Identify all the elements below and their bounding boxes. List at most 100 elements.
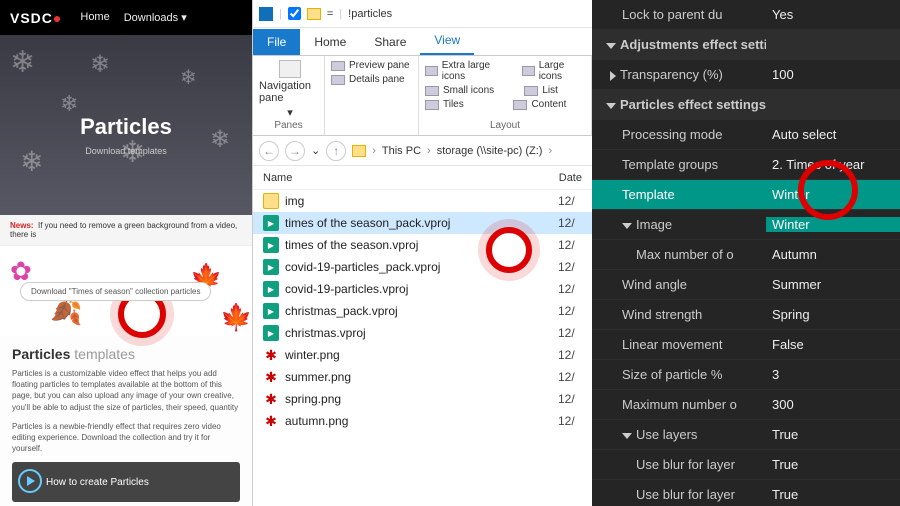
file-name: times of the season_pack.vproj <box>285 216 558 230</box>
preview-pane-button[interactable]: Preview pane <box>331 60 412 71</box>
svg-text:✱: ✱ <box>265 413 277 429</box>
file-name: christmas.vproj <box>285 326 558 340</box>
vproj-icon <box>263 259 279 275</box>
svg-text:✱: ✱ <box>265 369 277 385</box>
nav-home[interactable]: Home <box>80 11 109 24</box>
navigation-pane-button[interactable]: Navigation pane▾ <box>259 60 321 119</box>
prop-maximum-number[interactable]: Maximum number o300 <box>592 390 900 420</box>
prop-linear-movement[interactable]: Linear movementFalse <box>592 330 900 360</box>
crumb-drive[interactable]: storage (\\site-pc) (Z:) <box>437 145 543 157</box>
address-bar[interactable]: ← → ⌄ ↑ › This PC › storage (\\site-pc) … <box>253 136 592 166</box>
navigation-pane-icon <box>279 60 301 78</box>
forward-button[interactable]: → <box>285 141 305 161</box>
file-date: 12/ <box>558 370 582 384</box>
explorer-titlebar[interactable]: | = | !particles <box>253 0 592 28</box>
png-icon: ✱ <box>263 413 279 429</box>
file-row[interactable]: ✱ spring.png12/ <box>253 388 592 410</box>
explorer-icon <box>259 7 273 21</box>
vsdc-website: VSDC● Home Downloads ▾ ❄ ❄ ❄ ❄ ❄ ❄ ❄ Par… <box>0 0 252 506</box>
column-date[interactable]: Date <box>559 172 582 184</box>
file-date: 12/ <box>558 326 582 340</box>
video-tutorial-card[interactable]: How to create Particles <box>12 462 240 502</box>
prop-lock-to-parent[interactable]: Lock to parent duYes <box>592 0 900 30</box>
prop-image[interactable]: ImageWinter <box>592 210 900 240</box>
file-row[interactable]: ✱ summer.png12/ <box>253 366 592 388</box>
file-row[interactable]: christmas_pack.vproj12/ <box>253 300 592 322</box>
view-small-button[interactable]: Small icons List <box>425 85 585 96</box>
vproj-icon <box>263 325 279 341</box>
tab-view[interactable]: View <box>420 27 474 55</box>
prop-size-of-particle[interactable]: Size of particle %3 <box>592 360 900 390</box>
file-row[interactable]: times of the season.vproj12/ <box>253 234 592 256</box>
file-date: 12/ <box>558 216 582 230</box>
leaf-icon: 🍂 <box>50 296 82 327</box>
details-pane-button[interactable]: Details pane <box>331 74 412 85</box>
folder-icon <box>352 145 366 157</box>
ribbon-tabs: File Home Share View <box>253 28 592 56</box>
prop-wind-angle[interactable]: Wind angleSummer <box>592 270 900 300</box>
file-name: autumn.png <box>285 414 558 428</box>
tab-home[interactable]: Home <box>300 29 360 55</box>
preview-pane-icon <box>331 61 345 71</box>
png-icon: ✱ <box>263 347 279 363</box>
view-extra-large-button[interactable]: Extra large icons Large icons <box>425 60 585 82</box>
snowflake-icon: ❄ <box>210 125 230 154</box>
logo[interactable]: VSDC● <box>10 10 62 26</box>
file-explorer-window: | = | !particles File Home Share View Na… <box>252 0 592 506</box>
view-tiles-button[interactable]: Tiles Content <box>425 99 585 110</box>
folder-icon <box>307 8 321 20</box>
section-adjustments[interactable]: Adjustments effect settings <box>592 30 900 60</box>
prop-use-blur-layer-2[interactable]: Use blur for layerTrue <box>592 480 900 506</box>
details-pane-icon <box>331 75 345 85</box>
tab-share[interactable]: Share <box>360 29 420 55</box>
quick-access-checkbox[interactable] <box>288 7 301 20</box>
prop-transparency[interactable]: Transparency (%)100 <box>592 60 900 90</box>
file-name: covid-19-particles.vproj <box>285 282 558 296</box>
file-name: winter.png <box>285 348 558 362</box>
prop-use-layers[interactable]: Use layersTrue <box>592 420 900 450</box>
window-title: !particles <box>348 8 392 20</box>
prop-use-blur-layer-1[interactable]: Use blur for layerTrue <box>592 450 900 480</box>
crumb-this-pc[interactable]: This PC <box>382 145 421 157</box>
file-date: 12/ <box>558 194 582 208</box>
nav-downloads[interactable]: Downloads ▾ <box>124 11 187 24</box>
ribbon: Navigation pane▾ Panes Preview pane Deta… <box>253 56 592 136</box>
file-date: 12/ <box>558 282 582 296</box>
svg-text:✱: ✱ <box>265 391 277 407</box>
recent-dropdown[interactable]: ⌄ <box>311 144 320 157</box>
prop-wind-strength[interactable]: Wind strengthSpring <box>592 300 900 330</box>
file-date: 12/ <box>558 348 582 362</box>
file-row[interactable]: christmas.vproj12/ <box>253 322 592 344</box>
file-name: spring.png <box>285 392 558 406</box>
file-date: 12/ <box>558 414 582 428</box>
file-row[interactable]: covid-19-particles.vproj12/ <box>253 278 592 300</box>
section-heading: Particles templates <box>0 336 252 368</box>
section-particles[interactable]: Particles effect settings <box>592 90 900 120</box>
site-header: VSDC● Home Downloads ▾ <box>0 0 252 35</box>
prop-processing-mode[interactable]: Processing modeAuto select <box>592 120 900 150</box>
vproj-icon <box>263 303 279 319</box>
snowflake-icon: ❄ <box>10 45 35 80</box>
news-bar: News: If you need to remove a green back… <box>0 215 252 246</box>
file-name: summer.png <box>285 370 558 384</box>
file-row[interactable]: ✱ winter.png12/ <box>253 344 592 366</box>
file-row[interactable]: times of the season_pack.vproj12/ <box>253 212 592 234</box>
svg-text:✱: ✱ <box>265 347 277 363</box>
tab-file[interactable]: File <box>253 29 300 55</box>
file-name: covid-19-particles_pack.vproj <box>285 260 558 274</box>
file-row[interactable]: img12/ <box>253 190 592 212</box>
file-row[interactable]: ✱ autumn.png12/ <box>253 410 592 432</box>
hero-subtitle: Download templates <box>85 146 167 156</box>
column-headers[interactable]: Name Date <box>253 166 592 190</box>
back-button[interactable]: ← <box>259 141 279 161</box>
file-date: 12/ <box>558 392 582 406</box>
hero-banner: ❄ ❄ ❄ ❄ ❄ ❄ ❄ Particles Download templat… <box>0 35 252 215</box>
file-row[interactable]: covid-19-particles_pack.vproj12/ <box>253 256 592 278</box>
prop-template[interactable]: TemplateWinter <box>592 180 900 210</box>
prop-template-groups[interactable]: Template groups2. Times of year <box>592 150 900 180</box>
download-collection-button[interactable]: Download "Times of season" collection pa… <box>20 282 211 301</box>
prop-max-objects[interactable]: Max number of oAutumn <box>592 240 900 270</box>
column-name[interactable]: Name <box>263 172 559 184</box>
file-date: 12/ <box>558 304 582 318</box>
up-button[interactable]: ↑ <box>326 141 346 161</box>
